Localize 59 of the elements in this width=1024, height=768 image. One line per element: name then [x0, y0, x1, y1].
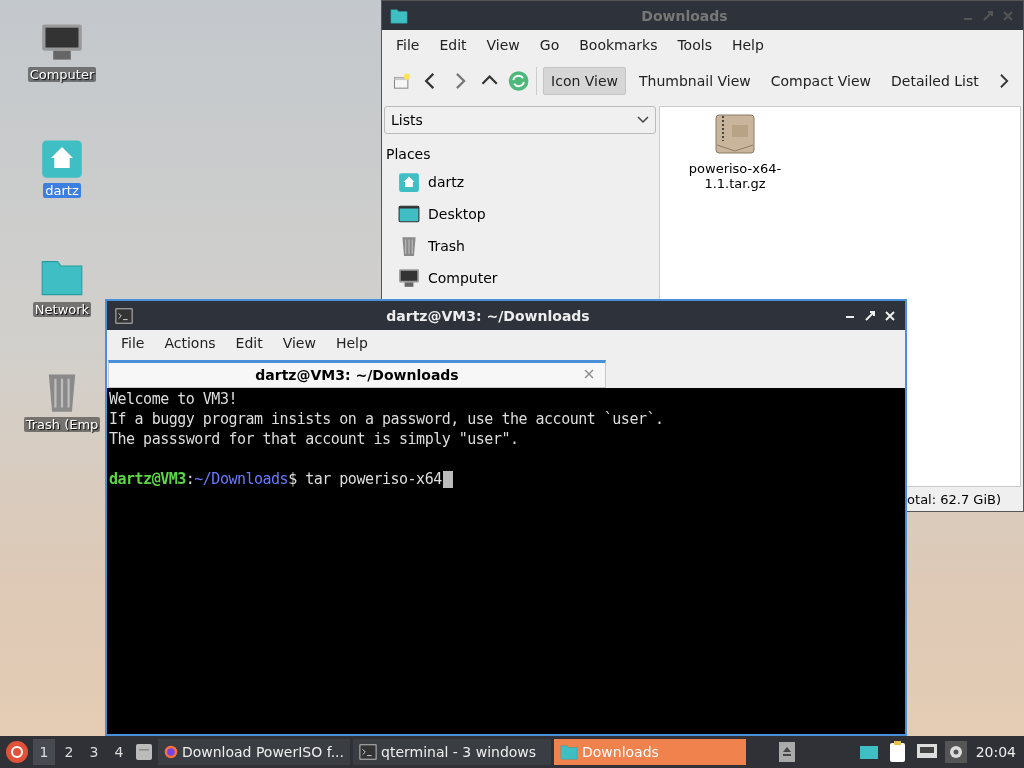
- desktop-icon-label[interactable]: Network: [32, 302, 92, 317]
- prompt-line: dartz@VM3:~/Downloads$ tar poweriso-x64: [109, 469, 442, 489]
- close-tab-icon[interactable]: [583, 368, 595, 380]
- workspace-button[interactable]: 3: [83, 739, 105, 765]
- file-name[interactable]: poweriso-x64-1.1.tar.gz: [687, 161, 783, 191]
- menu-item[interactable]: Edit: [227, 332, 271, 354]
- text-cursor: [442, 470, 453, 488]
- place-item[interactable]: Computer: [428, 270, 498, 286]
- taskbar-task-button[interactable]: qterminal - 3 windows: [353, 739, 551, 765]
- side-pane-dropdown[interactable]: Lists: [384, 106, 656, 134]
- app-menu-icon[interactable]: [4, 739, 30, 765]
- menu-item[interactable]: File: [113, 332, 153, 354]
- menu-item[interactable]: Actions: [156, 332, 224, 354]
- status-text: otal: 62.7 GiB): [907, 491, 1001, 507]
- archive-icon: [714, 113, 756, 155]
- folder-icon: [390, 6, 408, 25]
- view-mode-button[interactable]: Compact View: [763, 68, 879, 94]
- browser-icon: [164, 743, 178, 761]
- menu-item[interactable]: View: [478, 34, 528, 56]
- home-folder-icon: [398, 171, 420, 193]
- terminal-icon: [115, 306, 133, 325]
- terminal-screen[interactable]: Welcome to VM3! If a buggy program insists on a password, use the account `user`. The passsword for that account is simply "user". dartz@VM3:~/Downloads$ tar poweriso-x64: [107, 388, 905, 734]
- view-mode-button[interactable]: Icon View: [543, 67, 626, 95]
- monitor-icon: [398, 267, 420, 289]
- terminal-line: Welcome to VM3!: [109, 389, 237, 409]
- menu-item[interactable]: Tools: [669, 34, 720, 56]
- close-icon[interactable]: [883, 308, 897, 323]
- workspace-button[interactable]: 4: [108, 739, 130, 765]
- menu-item[interactable]: View: [274, 332, 324, 354]
- file-manager-icon[interactable]: [133, 741, 155, 763]
- desktop-icon-label[interactable]: dartz: [43, 183, 81, 198]
- terminal-icon: [359, 743, 377, 761]
- menu-item[interactable]: File: [388, 34, 428, 56]
- menu-item[interactable]: Bookmarks: [571, 34, 666, 56]
- maximize-icon[interactable]: [863, 308, 877, 323]
- window-title: dartz@VM3: ~/Downloads: [385, 307, 591, 324]
- settings-icon[interactable]: [942, 739, 969, 765]
- menu-item[interactable]: Go: [531, 34, 568, 56]
- folder-icon: [560, 743, 578, 761]
- clock: 20:04: [974, 744, 1017, 760]
- place-item[interactable]: dartz: [428, 174, 465, 190]
- terminal-line: If a buggy program insists on a password, use the account `user`.: [109, 409, 664, 429]
- terminal-tab[interactable]: dartz@VM3: ~/Downloads: [108, 360, 606, 388]
- window-title: Downloads: [640, 7, 729, 24]
- desktop-icon: [398, 203, 420, 225]
- workspace-button[interactable]: 1: [33, 739, 55, 765]
- place-item[interactable]: Trash: [428, 238, 465, 254]
- view-mode-button[interactable]: Thumbnail View: [632, 68, 758, 94]
- terminal-line: The passsword for that account is simply "user".: [109, 429, 519, 449]
- places-heading: Places: [386, 146, 432, 162]
- desktop-icon-label[interactable]: Trash (Emp: [23, 417, 101, 432]
- workspace-button[interactable]: 2: [58, 739, 80, 765]
- view-mode-button[interactable]: Detailed List: [884, 68, 986, 94]
- menu-item[interactable]: Help: [327, 332, 376, 354]
- place-item[interactable]: Desktop: [428, 206, 486, 222]
- taskbar-task-button[interactable]: Download PowerISO f...: [158, 739, 350, 765]
- menu-item[interactable]: Edit: [431, 34, 475, 56]
- desktop-icon-label[interactable]: Computer: [27, 67, 97, 82]
- menu-item[interactable]: Help: [723, 34, 772, 56]
